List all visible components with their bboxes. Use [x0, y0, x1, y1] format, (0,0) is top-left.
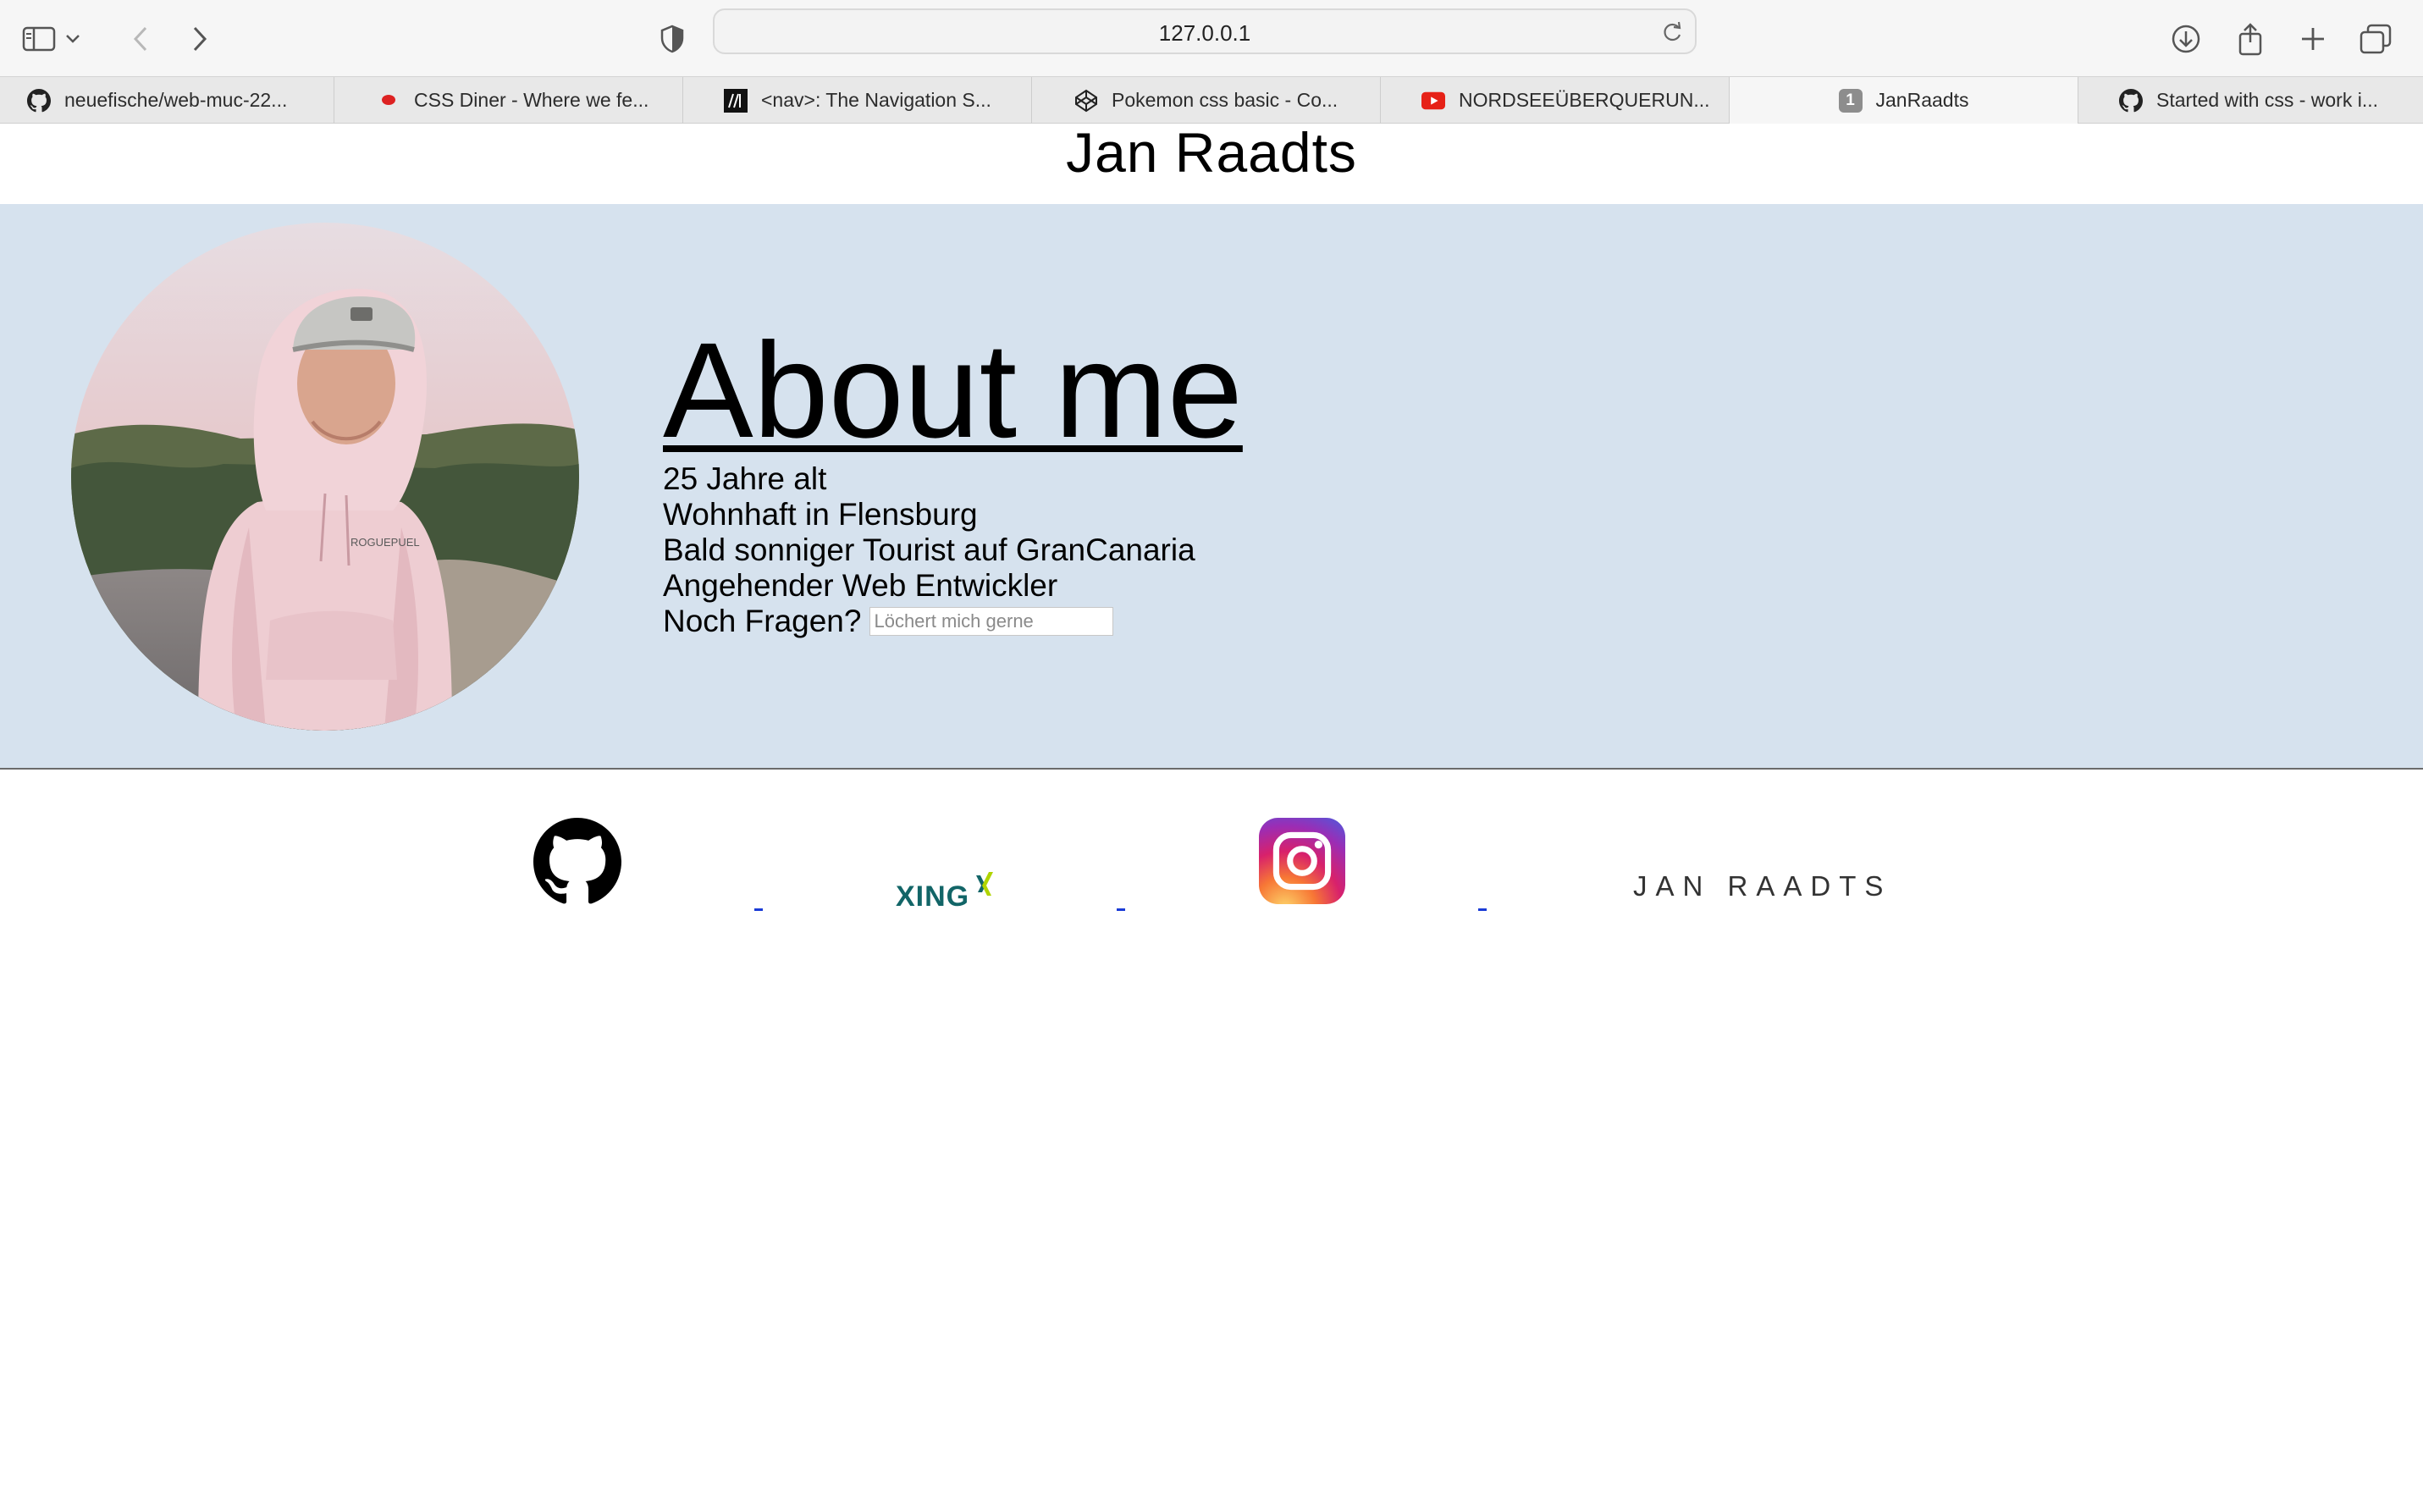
tab-badge-number: 1	[1846, 91, 1855, 109]
tab-css-diner[interactable]: CSS Diner - Where we fe...	[334, 77, 683, 124]
tab-label: Started with css - work i...	[2156, 89, 2379, 111]
question-input[interactable]	[869, 607, 1114, 636]
chevron-down-icon[interactable]	[59, 15, 86, 63]
tab-overview-icon[interactable]	[2352, 15, 2399, 63]
privacy-shield-icon[interactable]	[649, 15, 696, 63]
tab-mdn-nav[interactable]: <nav>: The Navigation S...	[683, 77, 1032, 124]
tab-label: NORDSEEÜBERQUERUN...	[1459, 89, 1710, 111]
svg-text:ROGUEPUEL: ROGUEPUEL	[350, 536, 420, 549]
tab-label: CSS Diner - Where we fe...	[414, 89, 649, 111]
fact-age: 25 Jahre alt	[663, 461, 827, 496]
fact-residence: Wohnhaft in Flensburg	[663, 497, 978, 532]
tab-label: Pokemon css basic - Co...	[1112, 89, 1338, 111]
xing-logo-icon: XING	[896, 872, 998, 913]
about-section: ROGUEPUEL About me 25 Jahre alt Wohnhaft…	[0, 204, 2423, 770]
xing-wordmark: XING	[896, 880, 970, 913]
number-badge-icon: 1	[1838, 88, 1863, 113]
tab-codepen-pokemon[interactable]: Pokemon css basic - Co...	[1032, 77, 1381, 124]
tab-janraadts[interactable]: 1 JanRaadts	[1730, 77, 2078, 124]
url-text: 127.0.0.1	[1158, 20, 1251, 46]
mdn-icon	[724, 88, 748, 113]
avatar: ROGUEPUEL	[71, 223, 579, 731]
browser-toolbar: 127.0.0.1	[0, 0, 2423, 76]
fact-travel: Bald sonniger Tourist auf GranCanaria	[663, 533, 1195, 567]
tab-label: JanRaadts	[1875, 89, 1969, 111]
about-heading: About me	[663, 314, 1243, 466]
github-icon	[533, 818, 621, 909]
page-title: Jan Raadts	[1066, 121, 1357, 184]
tab-label: neuefische/web-muc-22...	[64, 89, 288, 111]
github-link-underline	[754, 908, 763, 911]
sidebar-toggle-icon[interactable]	[15, 15, 63, 63]
question-label: Noch Fragen?	[663, 604, 862, 638]
tab-bar: neuefische/web-muc-22... CSS Diner - Whe…	[0, 76, 2423, 124]
question-row: Noch Fragen?	[663, 604, 1195, 639]
youtube-icon	[1421, 89, 1445, 113]
tab-youtube-nordsee[interactable]: NORDSEEÜBERQUERUN...	[1381, 77, 1730, 124]
tab-github-started-css[interactable]: Started with css - work i...	[2078, 77, 2423, 124]
downloads-icon[interactable]	[2162, 15, 2210, 63]
tab-label: <nav>: The Navigation S...	[761, 89, 991, 111]
github-icon	[27, 88, 51, 113]
css-diner-icon	[377, 89, 400, 113]
codepen-icon	[1074, 89, 1098, 113]
github-link[interactable]	[533, 818, 621, 910]
forward-icon[interactable]	[176, 15, 224, 63]
instagram-link-underline	[1478, 908, 1487, 911]
xing-link-underline	[1117, 908, 1125, 911]
brand-logo[interactable]: JAN RAADTS	[1633, 870, 1891, 902]
back-icon[interactable]	[117, 15, 164, 63]
github-icon	[2119, 88, 2143, 113]
instagram-link[interactable]	[1259, 818, 1345, 908]
new-tab-icon[interactable]	[2289, 15, 2337, 63]
fact-profession: Angehender Web Entwickler	[663, 568, 1058, 603]
xing-link[interactable]: XING	[896, 872, 998, 913]
instagram-icon	[1259, 818, 1345, 908]
address-bar[interactable]: 127.0.0.1	[713, 8, 1697, 54]
about-facts: 25 Jahre alt Wohnhaft in Flensburg Bald …	[663, 461, 1195, 639]
share-icon[interactable]	[2227, 15, 2274, 63]
tab-github-web-muc[interactable]: neuefische/web-muc-22...	[0, 77, 334, 124]
reload-icon[interactable]	[1661, 20, 1683, 48]
